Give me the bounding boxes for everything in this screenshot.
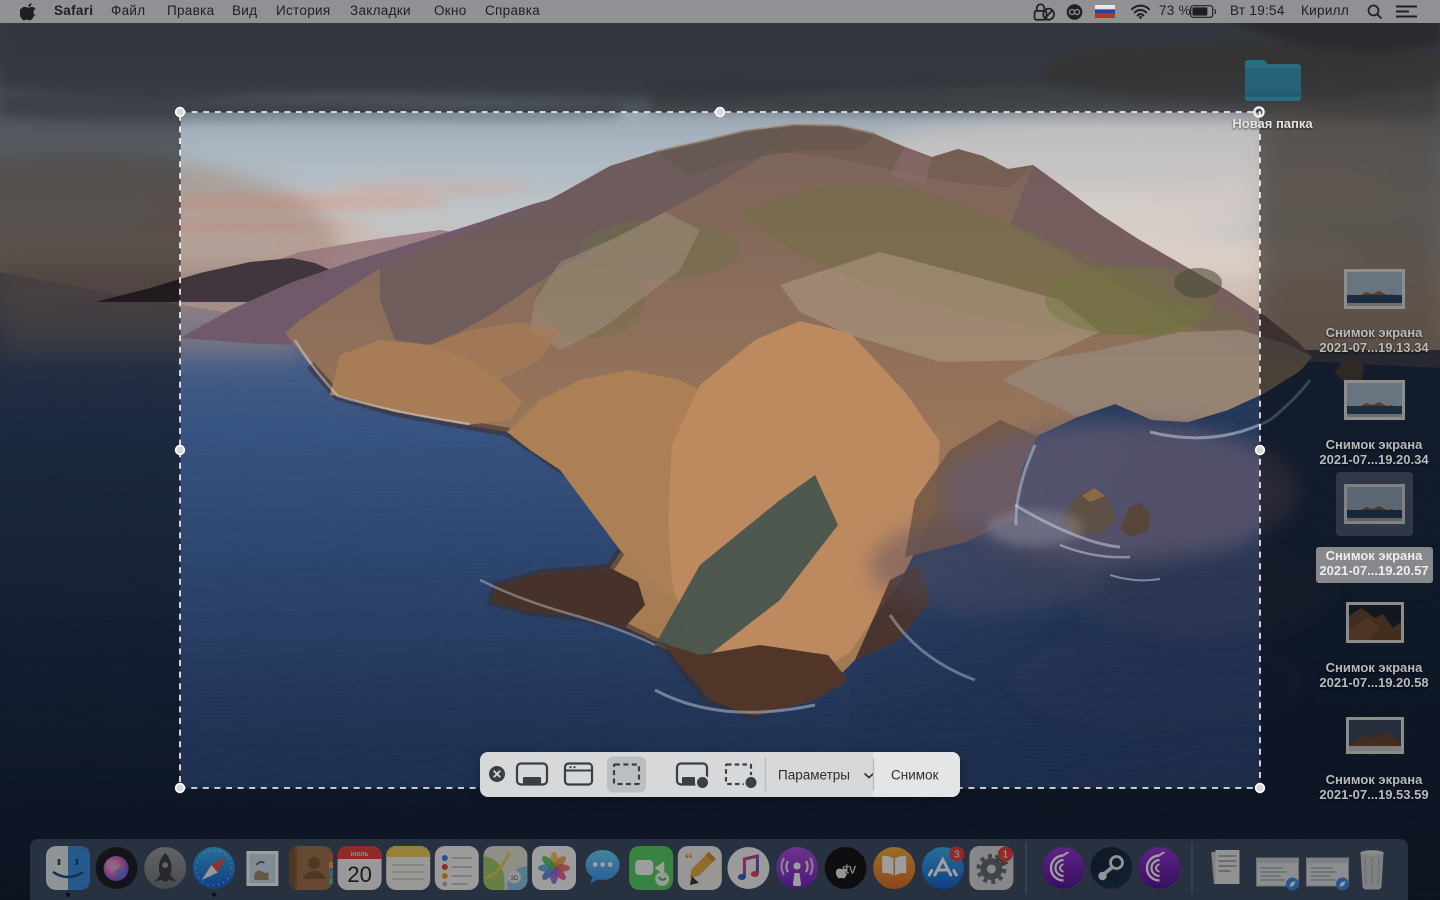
svg-text:июль: июль	[351, 849, 369, 858]
svg-text:20: 20	[347, 862, 371, 887]
svg-text:“: “	[685, 851, 693, 868]
svg-text:3D: 3D	[511, 876, 519, 882]
svg-text:3: 3	[954, 849, 960, 861]
svg-text:Параметры: Параметры	[778, 768, 850, 783]
svg-text:1: 1	[1002, 849, 1008, 861]
svg-text:Снимок: Снимок	[891, 768, 939, 783]
svg-text:tv: tv	[845, 861, 856, 877]
